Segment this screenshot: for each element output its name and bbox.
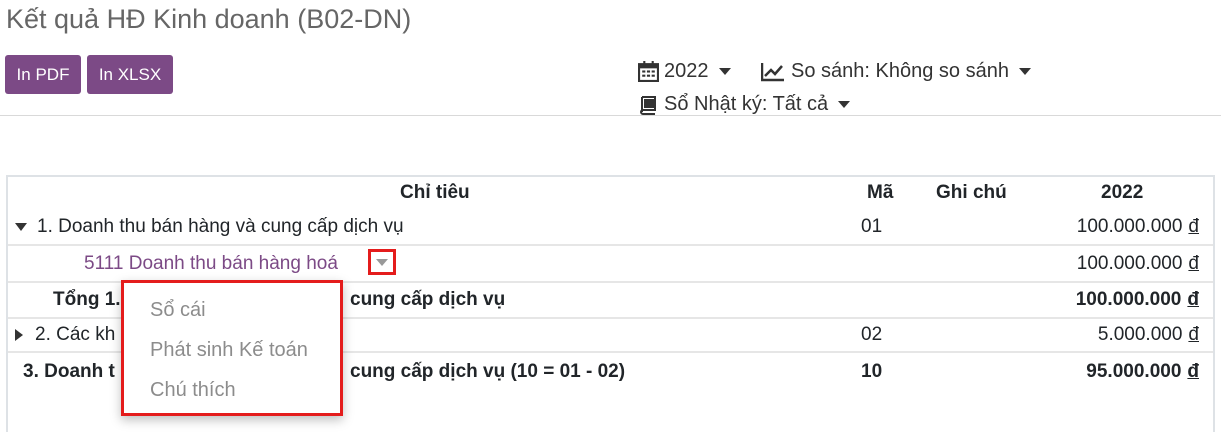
chevron-down-icon [718,68,731,75]
print-xlsx-button[interactable]: In XLSX [87,55,173,94]
line-options-menu: Sổ cái Phát sinh Kế toán Chú thích [121,280,343,416]
chevron-down-icon [838,101,851,108]
table-row[interactable]: 1. Doanh thu bán hàng và cung cấp dịch v… [15,216,404,238]
journal-filter[interactable]: Sổ Nhật ký: Tất cả [638,93,851,116]
year-filter-label: 2022 [664,60,709,82]
calendar-icon [638,61,659,82]
row-amount: 5.000.000 đ [1097,324,1199,345]
line-chart-icon [761,62,785,82]
row-amount: 95.000.000 đ [1086,361,1199,382]
account-line-link[interactable]: 5111 Doanh thu bán hàng hoá [84,253,338,275]
year-filter[interactable]: 2022 [638,60,731,83]
row-code: 10 [861,361,883,382]
row-amount: 100.000.000 đ [1076,216,1199,237]
table-row[interactable]: 2. Các kh [15,324,115,346]
row-code: 01 [861,216,883,237]
journal-filter-label: Sổ Nhật ký: Tất cả [664,93,829,115]
chevron-down-icon [376,258,388,266]
page-title: Kết quả HĐ Kinh doanh (B02-DN) [6,4,412,34]
header-indicator: Chỉ tiêu [400,182,470,203]
row-amount: 100.000.000 đ [1075,289,1199,310]
row-code: 02 [861,324,883,345]
menu-item-annotate[interactable]: Chú thích [150,379,236,402]
print-pdf-button[interactable]: In PDF [5,55,81,94]
menu-item-journal-items[interactable]: Phát sinh Kế toán [150,339,308,362]
header-note: Ghi chú [936,182,1007,203]
row-divider [8,244,1213,246]
total-row-label: Tổng 1. [53,289,121,310]
header-year: 2022 [1101,182,1144,203]
book-icon [638,95,658,115]
compare-filter-label: So sánh: Không so sánh [791,60,1009,82]
caret-down-icon [15,222,27,231]
toolbar-divider [0,115,1221,116]
header-code: Mã [867,182,894,203]
caret-right-icon [15,328,23,341]
result-row-label-tail: cung cấp dịch vụ (10 = 01 - 02) [350,361,626,382]
total-row-label-tail: cung cấp dịch vụ [350,289,506,310]
row-amount: 100.000.000 đ [1076,253,1199,274]
chevron-down-icon [1018,68,1031,75]
line-options-toggle[interactable] [368,249,396,275]
result-row-label: 3. Doanh t [23,361,115,382]
menu-item-general-ledger[interactable]: Sổ cái [150,299,206,322]
compare-filter[interactable]: So sánh: Không so sánh [761,60,1031,83]
